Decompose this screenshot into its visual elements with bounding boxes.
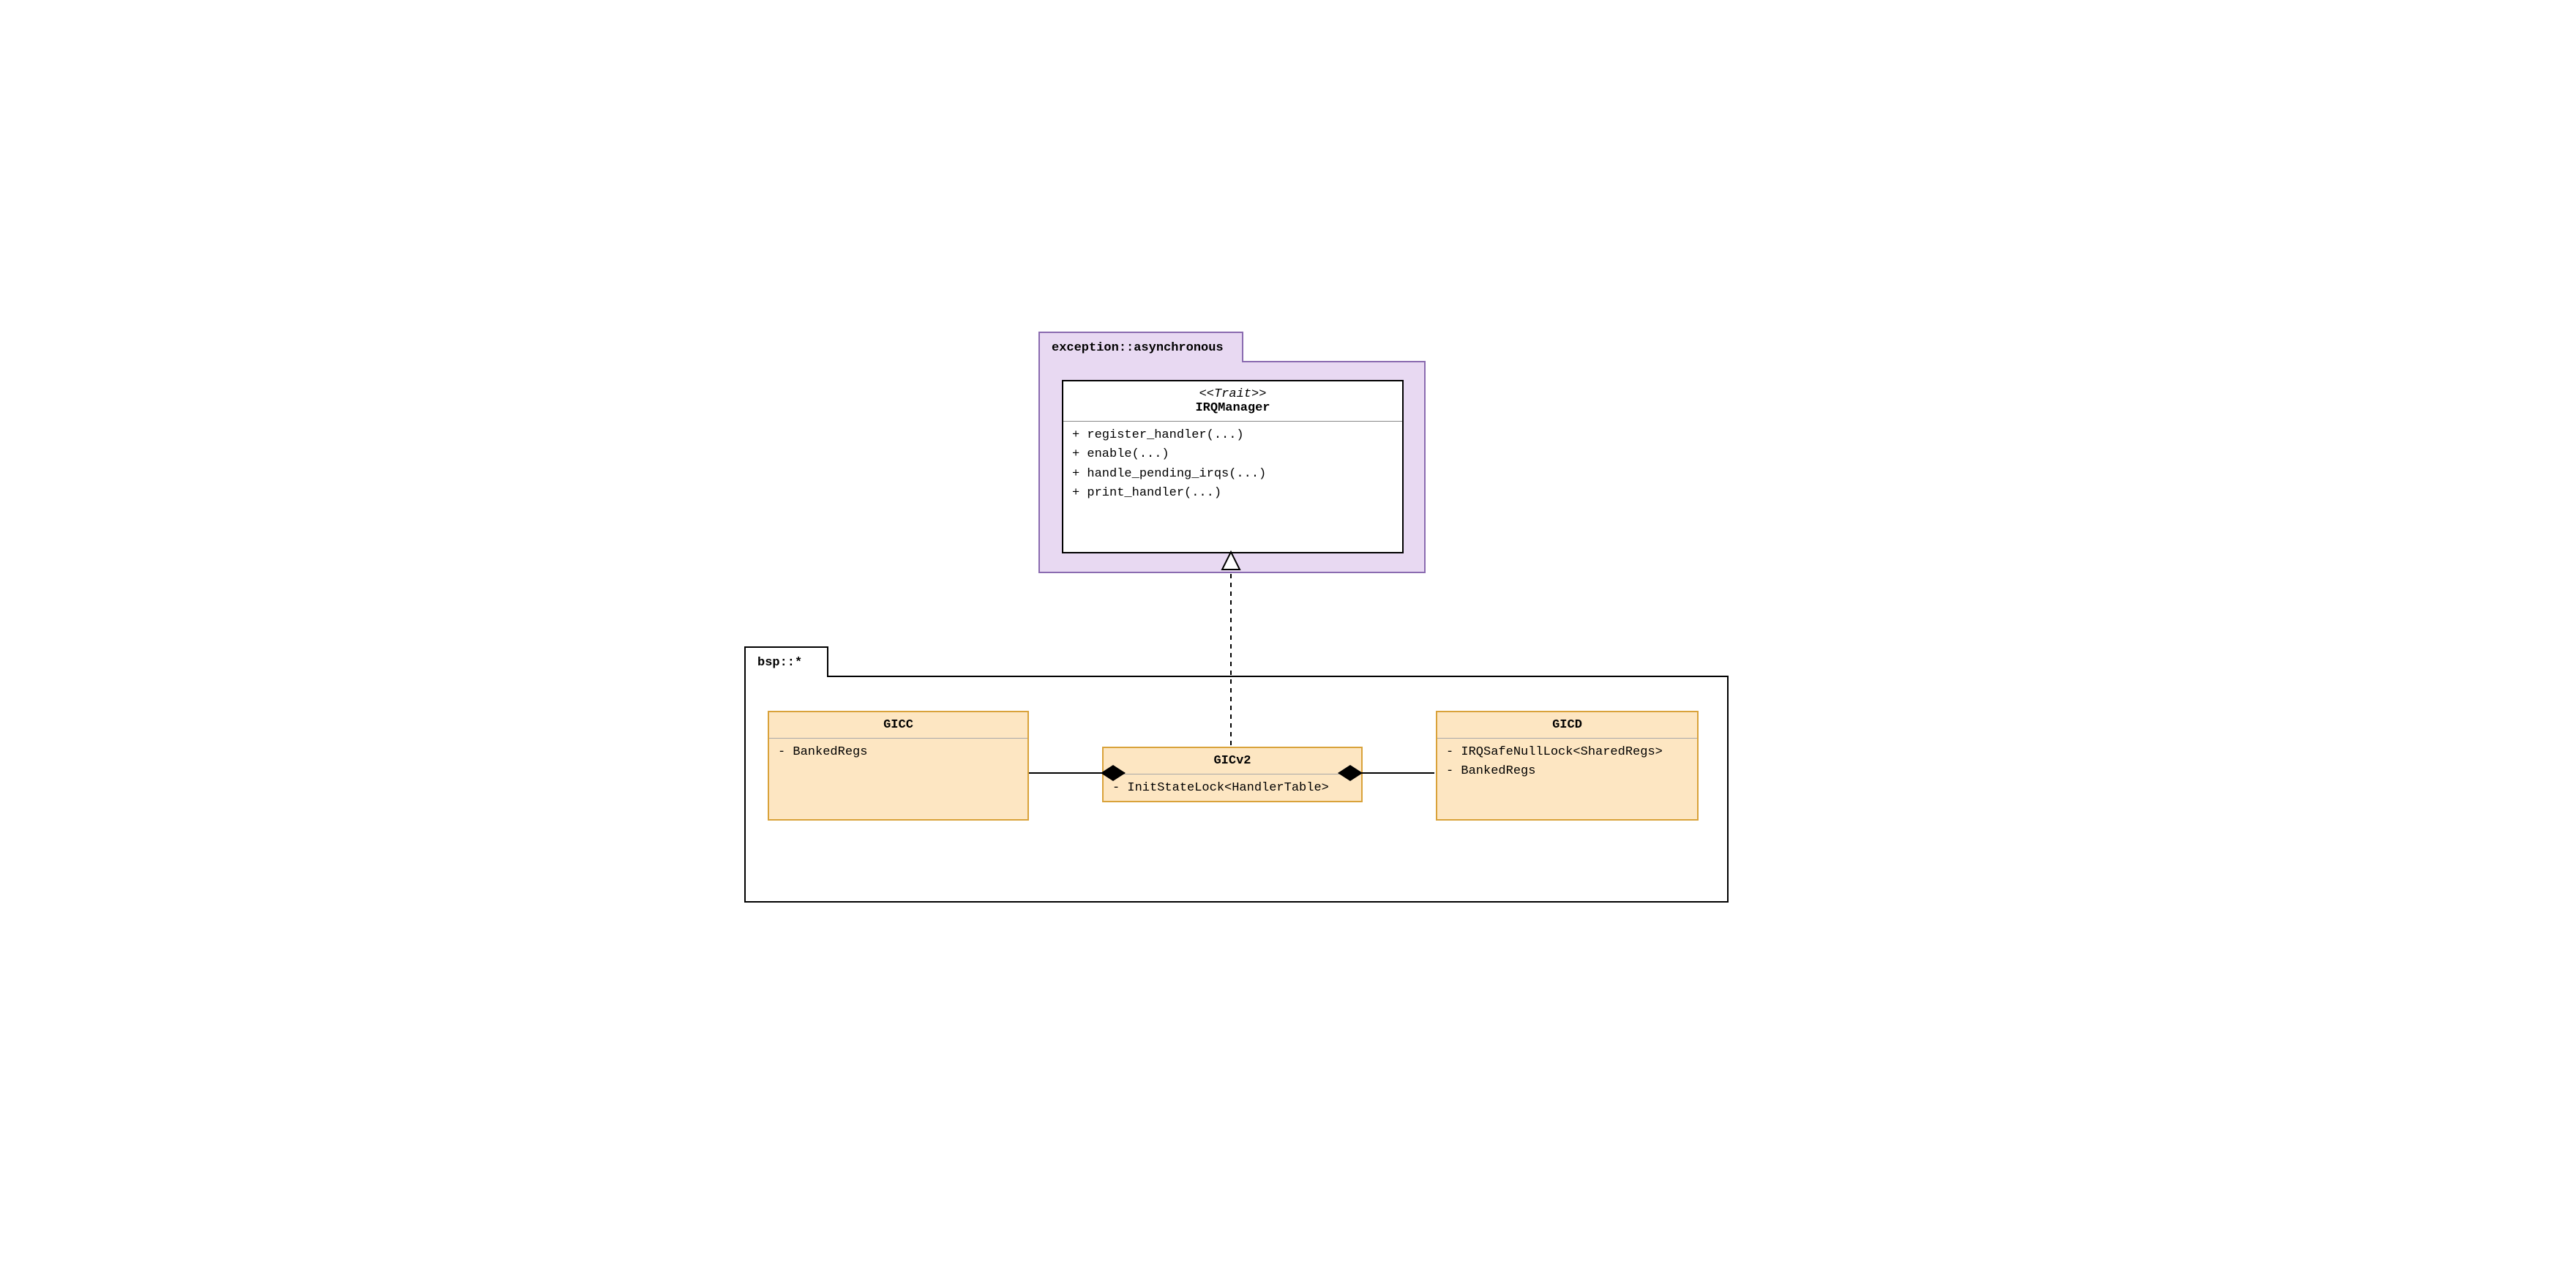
attribute: - BankedRegs — [1446, 762, 1688, 781]
method: + handle_pending_irqs(...) — [1072, 465, 1393, 484]
class-gicc: GICC - BankedRegs — [768, 711, 1029, 821]
package-label: bsp::* — [757, 656, 802, 670]
package-exception-async: exception::asynchronous <<Trait>> IRQMan… — [1038, 361, 1426, 573]
class-body-gicc: - BankedRegs — [769, 739, 1027, 766]
diagram-canvas: exception::asynchronous <<Trait>> IRQMan… — [733, 317, 1843, 945]
package-tab-bsp: bsp::* — [744, 646, 828, 677]
class-gicv2: GICv2 - InitStateLock<HandlerTable> — [1102, 747, 1363, 802]
class-body-gicv2: - InitStateLock<HandlerTable> — [1104, 774, 1361, 802]
class-name: GICv2 — [1213, 754, 1251, 768]
class-name: GICC — [883, 718, 913, 732]
package-tab-exception-async: exception::asynchronous — [1038, 332, 1243, 362]
class-title-gicv2: GICv2 — [1104, 748, 1361, 774]
method: + print_handler(...) — [1072, 484, 1393, 503]
method: + enable(...) — [1072, 445, 1393, 464]
method: + register_handler(...) — [1072, 426, 1393, 445]
class-title-gicc: GICC — [769, 712, 1027, 739]
class-irq-manager: <<Trait>> IRQManager + register_handler(… — [1062, 380, 1404, 553]
class-title-gicd: GICD — [1437, 712, 1697, 739]
class-title-irq-manager: <<Trait>> IRQManager — [1063, 381, 1402, 422]
attribute: - InitStateLock<HandlerTable> — [1112, 779, 1352, 798]
package-label: exception::asynchronous — [1052, 341, 1224, 355]
stereotype: <<Trait>> — [1071, 387, 1395, 401]
package-bsp: bsp::* GICC - BankedRegs GICv2 - InitSta… — [744, 676, 1729, 903]
class-name: IRQManager — [1195, 401, 1270, 415]
class-name: GICD — [1552, 718, 1582, 732]
attribute: - IRQSafeNullLock<SharedRegs> — [1446, 743, 1688, 762]
attribute: - BankedRegs — [778, 743, 1019, 762]
class-gicd: GICD - IRQSafeNullLock<SharedRegs> - Ban… — [1436, 711, 1699, 821]
class-body-gicd: - IRQSafeNullLock<SharedRegs> - BankedRe… — [1437, 739, 1697, 786]
class-body-irq-manager: + register_handler(...) + enable(...) + … — [1063, 422, 1402, 507]
